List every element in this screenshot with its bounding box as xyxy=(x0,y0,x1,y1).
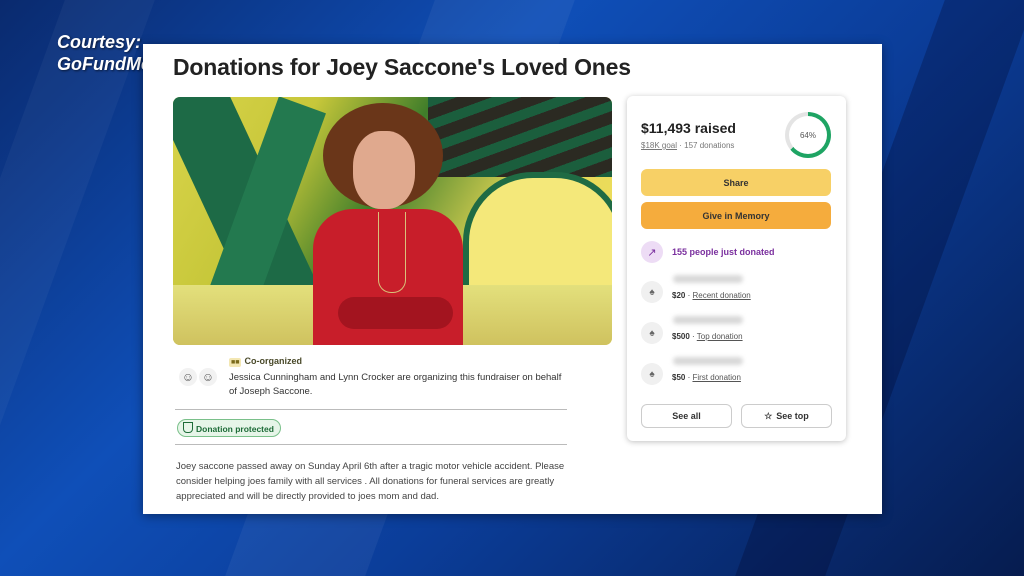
donor-name-redacted xyxy=(673,357,743,365)
trending-up-icon: ↗ xyxy=(641,241,663,263)
goal-amount[interactable]: $18K goal xyxy=(641,141,677,150)
courtesy-line: Courtesy: xyxy=(57,32,142,52)
donation-count: 157 donations xyxy=(684,141,735,150)
give-in-memory-button[interactable]: Give in Memory xyxy=(641,202,831,229)
donor-icon: ♠ xyxy=(641,322,663,344)
fundraiser-story: Joey saccone passed away on Sunday April… xyxy=(176,461,565,502)
see-all-button[interactable]: See all xyxy=(641,404,732,428)
progress-percent: 64% xyxy=(789,116,827,154)
see-top-button[interactable]: ☆ See top xyxy=(741,404,832,428)
page-title: Donations for Joey Saccone's Loved Ones xyxy=(173,54,631,80)
donation-amount: $20 xyxy=(672,290,686,300)
co-organized-badge-icon: ■■ xyxy=(229,358,242,367)
organizer-avatars[interactable]: ☺ ☺ xyxy=(179,368,217,386)
courtesy-source: GoFundMe xyxy=(57,54,151,74)
person-icon: ☺ xyxy=(179,368,197,386)
fundraiser-photo xyxy=(173,97,612,345)
background-stripe xyxy=(0,0,155,576)
donation-item: ♠ $20 · Recent donation xyxy=(641,275,751,303)
divider xyxy=(175,409,567,410)
donation-amount: $500 xyxy=(672,331,690,341)
fundraiser-page: Donations for Joey Saccone's Loved Ones … xyxy=(143,44,882,514)
progress-ring: 64% xyxy=(785,112,831,158)
just-donated-text: 155 people just donated xyxy=(672,247,775,257)
goal-and-count: $18K goal · 157 donations xyxy=(641,141,735,150)
donation-amount: $50 xyxy=(672,372,686,382)
star-icon: ☆ xyxy=(764,410,773,421)
shield-icon xyxy=(183,422,193,433)
donation-item: ♠ $500 · Top donation xyxy=(641,316,743,344)
donation-protected-badge[interactable]: Donation protected xyxy=(177,419,281,437)
donation-summary-card: $11,493 raised $18K goal · 157 donations… xyxy=(627,96,846,441)
divider xyxy=(175,444,567,445)
person-icon: ☺ xyxy=(199,368,217,386)
organizers-text: Jessica Cunningham and Lynn Crocker are … xyxy=(229,372,562,397)
amount-raised: $11,493 raised xyxy=(641,120,736,136)
donation-item: ♠ $50 · First donation xyxy=(641,357,743,385)
donor-icon: ♠ xyxy=(641,281,663,303)
donation-kind-link[interactable]: Recent donation xyxy=(692,291,750,300)
donor-icon: ♠ xyxy=(641,363,663,385)
share-button[interactable]: Share xyxy=(641,169,831,196)
donor-name-redacted xyxy=(673,316,743,324)
recent-activity: ↗ 155 people just donated xyxy=(641,241,775,263)
courtesy-watermark: Courtesy: GoFundMe xyxy=(57,31,151,75)
donor-name-redacted xyxy=(673,275,743,283)
donation-kind-link[interactable]: Top donation xyxy=(697,332,743,341)
co-organized-label: ■■ Co-organized xyxy=(229,356,302,367)
donation-kind-link[interactable]: First donation xyxy=(692,373,740,382)
